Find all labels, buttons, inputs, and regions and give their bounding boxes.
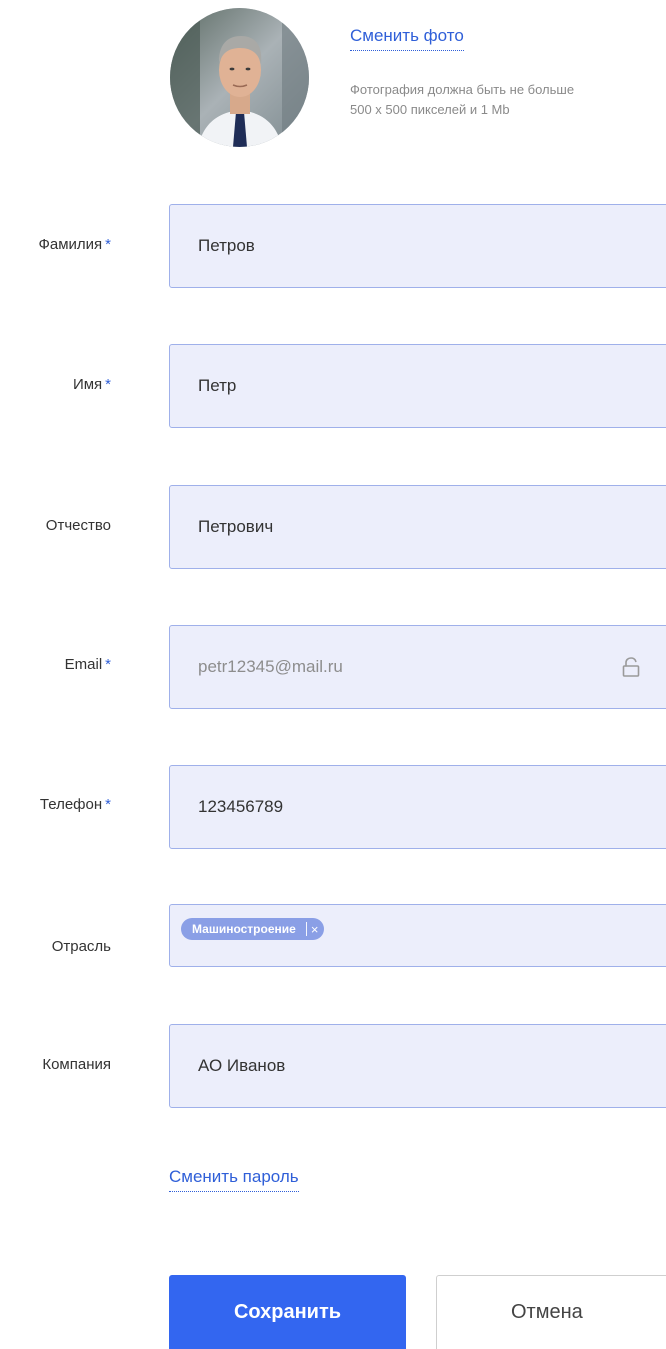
middle-name-label: Отчество	[46, 517, 111, 534]
unlocked-lock-icon[interactable]	[622, 657, 640, 677]
first-name-label: Имя *	[73, 376, 111, 393]
change-photo-link[interactable]: Сменить фото	[350, 26, 464, 51]
email-field: petr12345@mail.ru	[169, 625, 666, 709]
company-label: Компания	[42, 1056, 111, 1073]
photo-hint-line-2: 500 x 500 пикселей и 1 Mb	[350, 102, 510, 117]
required-mark: *	[105, 376, 111, 393]
email-label: Email *	[65, 656, 111, 673]
required-mark: *	[105, 656, 111, 673]
first-name-field[interactable]: Петр	[169, 344, 666, 428]
phone-field[interactable]: 123456789	[169, 765, 666, 849]
first-name-value: Петр	[198, 376, 237, 395]
last-name-field[interactable]: Петров	[169, 204, 666, 288]
tag-remove-icon[interactable]: ×	[311, 923, 319, 936]
company-field[interactable]: АО Иванов	[169, 1024, 666, 1108]
industry-tag-label: Машиностроение	[192, 922, 296, 936]
industry-tag: Машиностроение ×	[181, 918, 325, 940]
required-mark: *	[105, 236, 111, 253]
required-mark: *	[105, 796, 111, 813]
change-password-link[interactable]: Сменить пароль	[169, 1167, 299, 1192]
middle-name-field[interactable]: Петрович	[169, 485, 666, 569]
tag-separator	[305, 922, 307, 936]
industry-label: Отрасль	[52, 938, 111, 955]
cancel-button[interactable]: Отмена	[436, 1275, 666, 1349]
industry-label-text: Отрасль	[51, 938, 111, 955]
phone-value: 123456789	[198, 797, 284, 816]
industry-field[interactable]: Машиностроение ×	[169, 904, 666, 967]
middle-name-label-text: Отчество	[45, 517, 111, 534]
last-name-label-text: Фамилия	[38, 236, 103, 253]
phone-label-text: Телефон	[39, 796, 103, 813]
first-name-label-text: Имя	[72, 376, 103, 393]
company-value: АО Иванов	[198, 1056, 286, 1075]
last-name-label: Фамилия *	[38, 236, 111, 253]
photo-hint-line-1: Фотография должна быть не больше	[350, 82, 575, 97]
last-name-value: Петров	[198, 236, 255, 255]
middle-name-value: Петрович	[198, 517, 274, 536]
email-value: petr12345@mail.ru	[198, 657, 343, 676]
save-button[interactable]: Сохранить	[169, 1275, 406, 1349]
company-label-text: Компания	[42, 1056, 111, 1073]
profile-photo-image	[170, 8, 309, 147]
profile-photo	[170, 8, 309, 147]
phone-label: Телефон *	[40, 796, 111, 813]
email-label-text: Email	[64, 656, 103, 673]
photo-hint: Фотография должна быть не больше 500 x 5…	[350, 80, 666, 120]
